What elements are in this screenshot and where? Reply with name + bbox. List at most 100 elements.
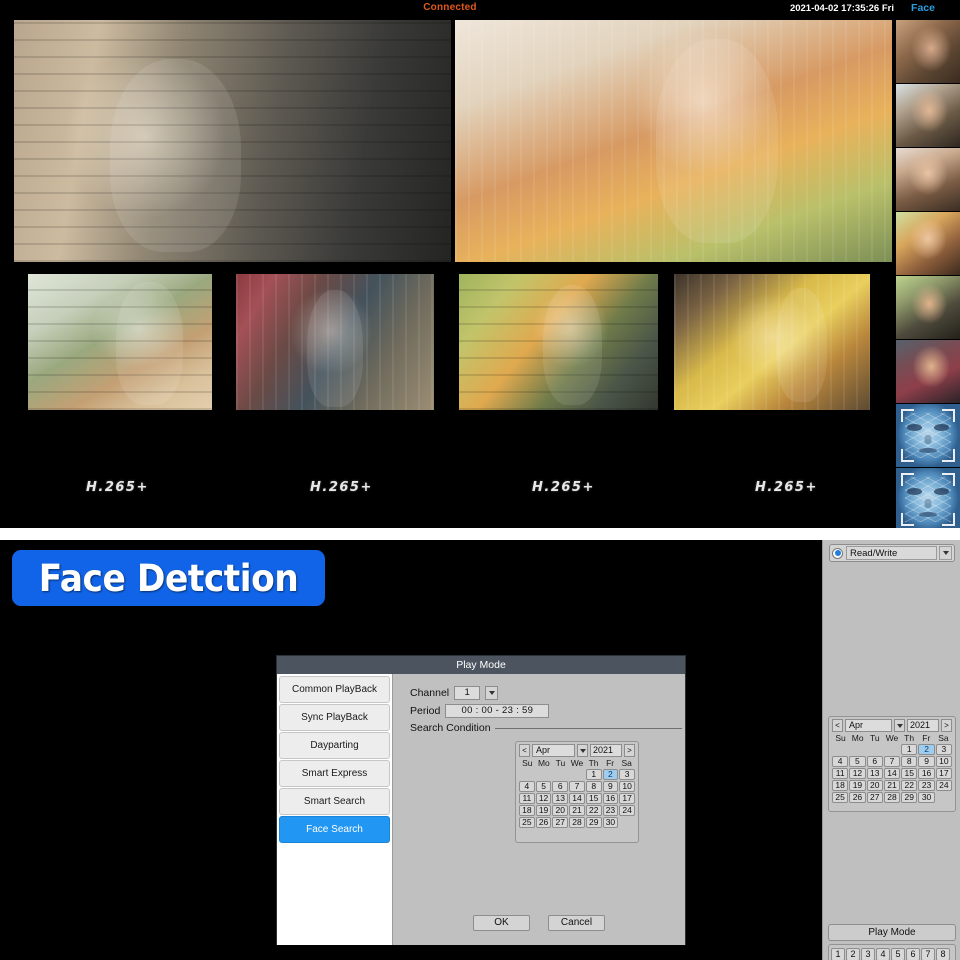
calendar-day-15[interactable]: 15 xyxy=(585,793,602,804)
calendar-day-16[interactable]: 16 xyxy=(602,793,619,804)
calendar-day-14[interactable]: 14 xyxy=(569,793,585,804)
face-biometric-scan-1[interactable] xyxy=(896,404,960,468)
face-capture-2[interactable] xyxy=(896,84,960,148)
face-capture-3[interactable] xyxy=(896,148,960,212)
calendar-day-21[interactable]: 21 xyxy=(883,780,901,791)
video-tile-channel-5[interactable] xyxy=(459,274,658,410)
calendar-day-23[interactable]: 23 xyxy=(918,780,935,791)
calendar-day-26[interactable]: 26 xyxy=(535,817,552,828)
calendar-day-4[interactable]: 4 xyxy=(832,756,849,767)
face-biometric-scan-2[interactable] xyxy=(896,468,960,532)
calendar-day-27[interactable]: 27 xyxy=(552,817,569,828)
sidebar-item-face-search[interactable]: Face Search xyxy=(279,816,390,843)
calendar-day-7[interactable]: 7 xyxy=(569,781,585,792)
chevron-down-icon[interactable] xyxy=(939,546,952,560)
dialog-calendar[interactable]: < Apr 2021 > Su Mo Tu We Th Fr Sa 1 2 3 4 5 6 7 8 9 10 1… xyxy=(515,741,639,843)
panel-calendar[interactable]: < Apr 2021 > Su Mo Tu We Th Fr Sa 1 2 3 4 5 6 7 8 9 10 1… xyxy=(828,716,956,812)
calendar-day-19[interactable]: 19 xyxy=(535,805,552,816)
calendar-next-button[interactable]: > xyxy=(624,744,635,757)
calendar-day-9[interactable]: 9 xyxy=(602,781,619,792)
calendar-day-24[interactable]: 24 xyxy=(935,780,952,791)
calendar-day-30[interactable]: 30 xyxy=(602,817,619,828)
channel-button-3[interactable]: 3 xyxy=(861,948,875,960)
play-mode-button[interactable]: Play Mode xyxy=(828,924,956,941)
calendar-day-29[interactable]: 29 xyxy=(585,817,602,828)
calendar-day-7[interactable]: 7 xyxy=(883,756,901,767)
video-tile-channel-6[interactable] xyxy=(674,274,870,410)
calendar-day-28[interactable]: 28 xyxy=(883,792,901,803)
calendar-day-22[interactable]: 22 xyxy=(585,805,602,816)
calendar-day-6[interactable]: 6 xyxy=(552,781,569,792)
calendar-day-20[interactable]: 20 xyxy=(552,805,569,816)
calendar-day-8[interactable]: 8 xyxy=(901,756,918,767)
calendar-day-29[interactable]: 29 xyxy=(901,792,918,803)
chevron-down-icon[interactable] xyxy=(894,719,905,732)
calendar-day-grid[interactable]: 1 2 3 4 5 6 7 8 9 10 11 12 13 14 15 16 17 18 19 20 21 22 23 24 2… xyxy=(829,744,955,806)
calendar-day-10[interactable]: 10 xyxy=(935,756,952,767)
calendar-day-19[interactable]: 19 xyxy=(849,780,866,791)
calendar-next-button[interactable]: > xyxy=(941,719,952,732)
calendar-prev-button[interactable]: < xyxy=(519,744,530,757)
calendar-day-20[interactable]: 20 xyxy=(866,780,883,791)
calendar-day-26[interactable]: 26 xyxy=(849,792,866,803)
calendar-day-5[interactable]: 5 xyxy=(535,781,552,792)
calendar-day-30[interactable]: 30 xyxy=(918,792,935,803)
calendar-day-17[interactable]: 17 xyxy=(619,793,635,804)
period-input[interactable]: 00 : 00 - 23 : 59 xyxy=(445,704,550,718)
chevron-down-icon[interactable] xyxy=(577,744,588,757)
calendar-day-14[interactable]: 14 xyxy=(883,768,901,779)
calendar-day-24[interactable]: 24 xyxy=(619,805,635,816)
sidebar-item-smart-express[interactable]: Smart Express xyxy=(279,760,390,787)
calendar-day-4[interactable]: 4 xyxy=(519,781,535,792)
calendar-day-23[interactable]: 23 xyxy=(602,805,619,816)
calendar-day-21[interactable]: 21 xyxy=(569,805,585,816)
calendar-day-2[interactable]: 2 xyxy=(602,769,619,780)
storage-mode-selector[interactable]: Read/Write xyxy=(829,544,955,562)
calendar-day-17[interactable]: 17 xyxy=(935,768,952,779)
channel-button-5[interactable]: 5 xyxy=(891,948,905,960)
radio-button-selected[interactable] xyxy=(832,547,843,559)
channel-button-2[interactable]: 2 xyxy=(846,948,860,960)
ok-button[interactable]: OK xyxy=(473,915,530,931)
calendar-day-5[interactable]: 5 xyxy=(849,756,866,767)
calendar-day-1[interactable]: 1 xyxy=(901,744,918,755)
sidebar-item-common-playback[interactable]: Common PlayBack xyxy=(279,676,390,703)
calendar-day-18[interactable]: 18 xyxy=(519,805,535,816)
channel-select-value[interactable]: 1 xyxy=(454,686,481,700)
calendar-day-1[interactable]: 1 xyxy=(585,769,602,780)
calendar-day-9[interactable]: 9 xyxy=(918,756,935,767)
calendar-day-10[interactable]: 10 xyxy=(619,781,635,792)
calendar-day-25[interactable]: 25 xyxy=(832,792,849,803)
cancel-button[interactable]: Cancel xyxy=(548,915,605,931)
channel-number-grid[interactable]: 12345678910 xyxy=(828,944,956,960)
face-capture-5[interactable] xyxy=(896,276,960,340)
calendar-day-27[interactable]: 27 xyxy=(866,792,883,803)
calendar-day-3[interactable]: 3 xyxy=(935,744,952,755)
calendar-day-12[interactable]: 12 xyxy=(535,793,552,804)
calendar-month-value[interactable]: Apr xyxy=(532,744,575,757)
calendar-year-value[interactable]: 2021 xyxy=(907,719,939,732)
video-tile-channel-1[interactable] xyxy=(14,20,451,262)
calendar-day-11[interactable]: 11 xyxy=(832,768,849,779)
calendar-day-13[interactable]: 13 xyxy=(552,793,569,804)
calendar-year-value[interactable]: 2021 xyxy=(590,744,622,757)
channel-button-6[interactable]: 6 xyxy=(906,948,920,960)
calendar-day-13[interactable]: 13 xyxy=(866,768,883,779)
calendar-day-16[interactable]: 16 xyxy=(918,768,935,779)
calendar-day-22[interactable]: 22 xyxy=(901,780,918,791)
sidebar-item-sync-playback[interactable]: Sync PlayBack xyxy=(279,704,390,731)
video-tile-channel-4[interactable] xyxy=(236,274,434,410)
storage-mode-value[interactable]: Read/Write xyxy=(846,546,937,560)
calendar-day-28[interactable]: 28 xyxy=(569,817,585,828)
calendar-prev-button[interactable]: < xyxy=(832,719,843,732)
sidebar-item-dayparting[interactable]: Dayparting xyxy=(279,732,390,759)
face-capture-6[interactable] xyxy=(896,340,960,404)
face-capture-1[interactable] xyxy=(896,20,960,84)
tab-face[interactable]: Face xyxy=(894,2,952,14)
calendar-month-value[interactable]: Apr xyxy=(845,719,892,732)
sidebar-item-smart-search[interactable]: Smart Search xyxy=(279,788,390,815)
channel-button-1[interactable]: 1 xyxy=(831,948,845,960)
calendar-day-11[interactable]: 11 xyxy=(519,793,535,804)
channel-button-8[interactable]: 8 xyxy=(936,948,950,960)
calendar-day-grid[interactable]: 1 2 3 4 5 6 7 8 9 10 11 12 13 14 15 16 17 18 19 20 21 22 23 24 2… xyxy=(516,769,638,831)
